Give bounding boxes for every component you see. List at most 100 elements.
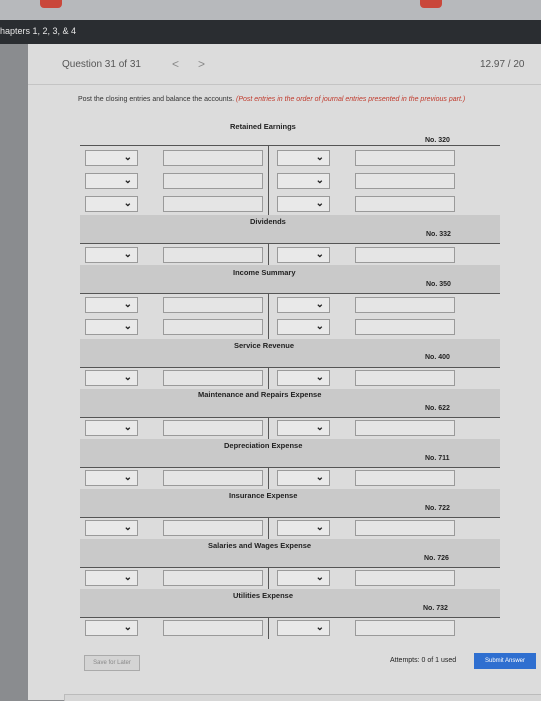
chevron-down-icon: ⌄	[123, 372, 132, 383]
chevron-down-icon: ⌄	[315, 175, 324, 186]
t-account-divider	[268, 243, 269, 265]
next-question-button[interactable]: >	[198, 57, 205, 71]
chevron-down-icon: ⌄	[123, 522, 132, 533]
chevron-down-icon: ⌄	[315, 152, 324, 163]
t-account-line	[80, 567, 500, 568]
save-for-later-button[interactable]: Save for Later	[84, 655, 140, 671]
date-dropdown[interactable]: ⌄	[85, 520, 138, 536]
debit-amount-input[interactable]	[163, 520, 263, 536]
date-dropdown[interactable]: ⌄	[277, 150, 330, 166]
chevron-down-icon: ⌄	[315, 372, 324, 383]
date-dropdown[interactable]: ⌄	[85, 247, 138, 263]
date-dropdown[interactable]: ⌄	[277, 319, 330, 335]
date-dropdown[interactable]: ⌄	[85, 297, 138, 313]
credit-amount-input[interactable]	[355, 150, 455, 166]
t-account-divider	[268, 517, 269, 539]
instructions-text: Post the closing entries and balance the…	[78, 96, 235, 103]
chevron-down-icon: ⌄	[315, 321, 324, 332]
date-dropdown[interactable]: ⌄	[277, 247, 330, 263]
account-title: Insurance Expense	[229, 491, 298, 500]
date-dropdown[interactable]: ⌄	[277, 620, 330, 636]
debit-amount-input[interactable]	[163, 150, 263, 166]
debit-amount-input[interactable]	[163, 370, 263, 386]
date-dropdown[interactable]: ⌄	[277, 173, 330, 189]
t-account-divider	[268, 617, 269, 639]
t-account-divider	[268, 293, 269, 339]
t-account-divider	[268, 467, 269, 489]
credit-amount-input[interactable]	[355, 470, 455, 486]
account-title: Salaries and Wages Expense	[208, 541, 312, 550]
debit-amount-input[interactable]	[163, 620, 263, 636]
debit-amount-input[interactable]	[163, 570, 263, 586]
chevron-down-icon: ⌄	[123, 198, 132, 209]
debit-amount-input[interactable]	[163, 196, 263, 212]
account-number: No. 711	[425, 455, 450, 462]
t-account-divider	[268, 145, 269, 215]
prev-question-button[interactable]: <	[172, 57, 179, 71]
credit-amount-input[interactable]	[355, 173, 455, 189]
credit-amount-input[interactable]	[355, 620, 455, 636]
credit-amount-input[interactable]	[355, 570, 455, 586]
account-number: No. 722	[425, 505, 450, 512]
credit-amount-input[interactable]	[355, 319, 455, 335]
debit-amount-input[interactable]	[163, 297, 263, 313]
account-number: No. 400	[425, 354, 450, 361]
tab-indicator	[420, 0, 442, 8]
chevron-down-icon: ⌄	[123, 622, 132, 633]
debit-amount-input[interactable]	[163, 420, 263, 436]
date-dropdown[interactable]: ⌄	[277, 196, 330, 212]
date-dropdown[interactable]: ⌄	[277, 297, 330, 313]
chevron-down-icon: ⌄	[315, 422, 324, 433]
debit-amount-input[interactable]	[163, 247, 263, 263]
date-dropdown[interactable]: ⌄	[85, 470, 138, 486]
breadcrumb[interactable]: hapters 1, 2, 3, & 4	[0, 26, 76, 36]
date-dropdown[interactable]: ⌄	[85, 173, 138, 189]
instructions-note: (Post entries in the order of journal en…	[236, 96, 466, 103]
account-number: No. 622	[425, 405, 450, 412]
chevron-down-icon: ⌄	[315, 572, 324, 583]
account-title: Maintenance and Repairs Expense	[198, 390, 322, 399]
chevron-down-icon: ⌄	[123, 321, 132, 332]
account-title: Utilities Expense	[233, 591, 294, 600]
debit-amount-input[interactable]	[163, 319, 263, 335]
account-number: No. 320	[425, 137, 450, 144]
attempts-counter: Attempts: 0 of 1 used	[390, 657, 457, 664]
credit-amount-input[interactable]	[355, 370, 455, 386]
chevron-down-icon: ⌄	[315, 198, 324, 209]
chevron-down-icon: ⌄	[123, 572, 132, 583]
debit-amount-input[interactable]	[163, 173, 263, 189]
submit-answer-button[interactable]: Submit Answer	[474, 653, 536, 669]
account-title: Retained Earnings	[230, 122, 296, 131]
credit-amount-input[interactable]	[355, 196, 455, 212]
t-account-divider	[268, 567, 269, 589]
chevron-down-icon: ⌄	[315, 472, 324, 483]
credit-amount-input[interactable]	[355, 520, 455, 536]
date-dropdown[interactable]: ⌄	[277, 420, 330, 436]
t-account-line	[80, 367, 500, 368]
breadcrumb-bar: hapters 1, 2, 3, & 4	[0, 20, 541, 44]
date-dropdown[interactable]: ⌄	[277, 570, 330, 586]
date-dropdown[interactable]: ⌄	[85, 620, 138, 636]
date-dropdown[interactable]: ⌄	[85, 196, 138, 212]
account-title: Dividends	[250, 217, 286, 226]
account-number: No. 726	[424, 555, 449, 562]
date-dropdown[interactable]: ⌄	[85, 570, 138, 586]
date-dropdown[interactable]: ⌄	[277, 470, 330, 486]
chevron-down-icon: ⌄	[315, 522, 324, 533]
date-dropdown[interactable]: ⌄	[277, 520, 330, 536]
date-dropdown[interactable]: ⌄	[85, 420, 138, 436]
credit-amount-input[interactable]	[355, 297, 455, 313]
credit-amount-input[interactable]	[355, 247, 455, 263]
date-dropdown[interactable]: ⌄	[85, 150, 138, 166]
date-dropdown[interactable]: ⌄	[85, 319, 138, 335]
chevron-down-icon: ⌄	[315, 299, 324, 310]
chevron-down-icon: ⌄	[123, 152, 132, 163]
chevron-down-icon: ⌄	[123, 422, 132, 433]
question-number: Question 31 of 31	[62, 59, 141, 70]
account-number: No. 350	[426, 281, 451, 288]
date-dropdown[interactable]: ⌄	[85, 370, 138, 386]
debit-amount-input[interactable]	[163, 470, 263, 486]
account-number: No. 332	[426, 231, 451, 238]
date-dropdown[interactable]: ⌄	[277, 370, 330, 386]
credit-amount-input[interactable]	[355, 420, 455, 436]
